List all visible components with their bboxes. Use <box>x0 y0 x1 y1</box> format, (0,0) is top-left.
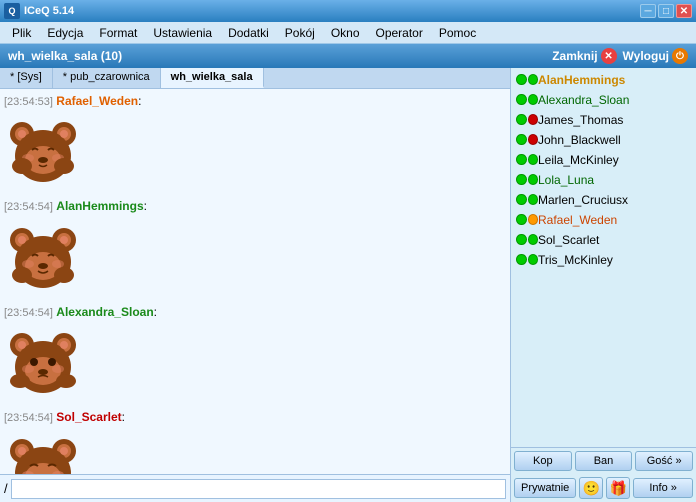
tab-sys[interactable]: * [Sys] <box>0 68 53 88</box>
zamknij-button[interactable]: Zamknij ✕ <box>552 48 616 64</box>
timestamp-1: [23:54:53] <box>4 96 53 108</box>
close-circle-icon: ✕ <box>601 48 617 64</box>
input-area: / <box>0 474 510 502</box>
bear-sticker-4 <box>4 431 506 474</box>
minimize-button[interactable]: ─ <box>640 4 656 18</box>
user-item-james[interactable]: James_Thomas <box>513 110 694 130</box>
user-name-rafael: Rafael_Weden <box>538 213 617 227</box>
user-item-rafael[interactable]: Rafael_Weden <box>513 210 694 230</box>
tabs: * [Sys] * pub_czarownica wh_wielka_sala <box>0 68 510 89</box>
title-bar-title: ICeQ 5.14 <box>24 5 74 17</box>
username-alexandra: Alexandra_Sloan <box>56 305 153 319</box>
channel-bar: wh_wielka_sala (10) Zamknij ✕ Wyloguj ⏻ <box>0 44 696 68</box>
prywatnie-button[interactable]: Prywatnie <box>514 478 576 498</box>
tab-pub-czarownica[interactable]: * pub_czarownica <box>53 68 161 88</box>
user-status-rafael <box>516 214 538 226</box>
zamknij-label: Zamknij <box>552 49 597 63</box>
title-bar: Q ICeQ 5.14 ─ □ ✕ <box>0 0 696 22</box>
wyloguj-label: Wyloguj <box>623 49 669 63</box>
bear-sticker-3 <box>4 325 506 403</box>
message-1: [23:54:53] Rafael_Weden: <box>4 93 506 192</box>
user-item-tris[interactable]: Tris_McKinley <box>513 250 694 270</box>
user-status-james <box>516 114 538 126</box>
user-status-sol <box>516 234 538 246</box>
user-item-sol[interactable]: Sol_Scarlet <box>513 230 694 250</box>
user-name-lola: Lola_Luna <box>538 173 594 187</box>
timestamp-2: [23:54:54] <box>4 201 53 213</box>
title-bar-controls: ─ □ ✕ <box>640 4 692 18</box>
bear-sticker-2 <box>4 220 506 298</box>
user-status-john <box>516 134 538 146</box>
message-4: [23:54:54] Sol_Scarlet: <box>4 409 506 474</box>
window-close-button[interactable]: ✕ <box>676 4 692 18</box>
message-3: [23:54:54] Alexandra_Sloan: <box>4 304 506 403</box>
user-item-john[interactable]: John_Blackwell <box>513 130 694 150</box>
menu-dodatki[interactable]: Dodatki <box>220 24 277 42</box>
user-item-alexandra[interactable]: Alexandra_Sloan <box>513 90 694 110</box>
user-name-alan: AlanHemmings <box>538 73 625 87</box>
menu-ustawienia[interactable]: Ustawienia <box>145 24 220 42</box>
menu-edycja[interactable]: Edycja <box>39 24 91 42</box>
timestamp-3: [23:54:54] <box>4 307 53 319</box>
username-rafael: Rafael_Weden <box>56 94 138 108</box>
user-item-lola[interactable]: Lola_Luna <box>513 170 694 190</box>
chat-area[interactable]: [23:54:53] Rafael_Weden: <box>0 89 510 474</box>
gos-button[interactable]: Gość » <box>635 451 693 471</box>
menu-okno[interactable]: Okno <box>323 24 368 42</box>
user-name-alexandra: Alexandra_Sloan <box>538 93 629 107</box>
user-item-marlen[interactable]: Marlen_Cruciusx <box>513 190 694 210</box>
chat-input[interactable] <box>11 479 506 499</box>
title-bar-left: Q ICeQ 5.14 <box>4 3 74 19</box>
user-name-leila: Leila_McKinley <box>538 153 619 167</box>
timestamp-4: [23:54:54] <box>4 412 53 424</box>
wyloguj-circle-icon: ⏻ <box>672 48 688 64</box>
menu-bar: Plik Edycja Format Ustawienia Dodatki Po… <box>0 22 696 44</box>
user-status-alexandra <box>516 94 538 106</box>
user-name-john: John_Blackwell <box>538 133 621 147</box>
wyloguj-button[interactable]: Wyloguj ⏻ <box>623 48 688 64</box>
menu-pomoc[interactable]: Pomoc <box>431 24 484 42</box>
bear-sticker-1 <box>4 114 506 192</box>
channel-bar-right: Zamknij ✕ Wyloguj ⏻ <box>552 48 688 64</box>
main-layout: * [Sys] * pub_czarownica wh_wielka_sala … <box>0 68 696 502</box>
emoticon-button[interactable]: 🙂 <box>579 477 603 499</box>
input-prefix: / <box>4 481 8 496</box>
user-name-james: James_Thomas <box>538 113 623 127</box>
user-list: AlanHemmings Alexandra_Sloan James_Thoma… <box>511 68 696 447</box>
maximize-button[interactable]: □ <box>658 4 674 18</box>
menu-operator[interactable]: Operator <box>368 24 431 42</box>
menu-plik[interactable]: Plik <box>4 24 39 42</box>
user-item-alan[interactable]: AlanHemmings <box>513 70 694 90</box>
channel-title: wh_wielka_sala (10) <box>8 49 122 63</box>
menu-pokoj[interactable]: Pokój <box>277 24 323 42</box>
user-status-leila <box>516 154 538 166</box>
tab-wh-wielka-sala[interactable]: wh_wielka_sala <box>161 68 264 88</box>
rp-buttons-top: Kop Ban Gość » <box>511 447 696 474</box>
username-sol: Sol_Scarlet <box>56 410 121 424</box>
user-item-leila[interactable]: Leila_McKinley <box>513 150 694 170</box>
user-name-tris: Tris_McKinley <box>538 253 613 267</box>
kop-button[interactable]: Kop <box>514 451 572 471</box>
info-button[interactable]: Info » <box>633 478 693 498</box>
username-alan: AlanHemmings <box>56 199 143 213</box>
user-status-tris <box>516 254 538 266</box>
ban-button[interactable]: Ban <box>575 451 633 471</box>
gift-button[interactable]: 🎁 <box>606 477 630 499</box>
menu-format[interactable]: Format <box>91 24 145 42</box>
user-status-alan <box>516 74 538 86</box>
user-status-lola <box>516 174 538 186</box>
app-icon: Q <box>4 3 20 19</box>
message-2: [23:54:54] AlanHemmings: <box>4 198 506 297</box>
rp-buttons-bottom: Prywatnie 🙂 🎁 Info » <box>511 474 696 502</box>
user-status-marlen <box>516 194 538 206</box>
left-panel: * [Sys] * pub_czarownica wh_wielka_sala … <box>0 68 511 502</box>
user-name-marlen: Marlen_Cruciusx <box>538 193 628 207</box>
user-name-sol: Sol_Scarlet <box>538 233 599 247</box>
right-panel: AlanHemmings Alexandra_Sloan James_Thoma… <box>511 68 696 502</box>
